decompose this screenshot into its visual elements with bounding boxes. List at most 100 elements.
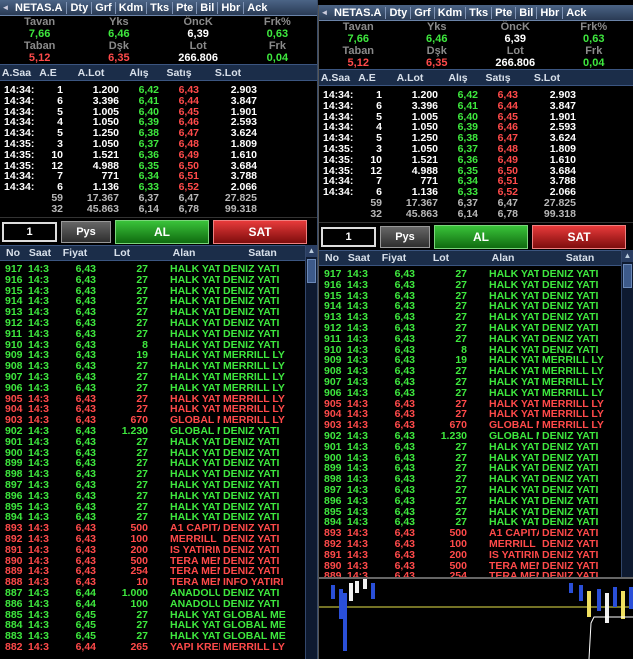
depth-total-cell — [0, 204, 33, 215]
trades-col-header[interactable]: Satan — [539, 252, 621, 264]
trade-cell: 911 — [324, 332, 341, 345]
trades-col-header[interactable]: No — [319, 252, 345, 264]
trade-cell: 6,43 — [75, 543, 96, 556]
depth-col-header[interactable]: S.Lot — [518, 72, 576, 84]
pin-icon[interactable]: ◄ — [319, 8, 330, 17]
pys-button[interactable]: Pys — [380, 225, 430, 248]
menu-item-dty[interactable]: Dty — [385, 6, 410, 19]
chart-background — [319, 579, 633, 659]
pys-button[interactable]: Pys — [61, 220, 111, 243]
menu-item-ack[interactable]: Ack — [562, 6, 589, 19]
order-book: 14:34: 1 1.200 6,42 6,43 2.903 14:34: 6 3.396 6,4… — [0, 81, 317, 217]
trade-cell: DENIZ YATI — [223, 264, 280, 275]
pin-icon[interactable]: ◄ — [0, 3, 11, 12]
sell-button[interactable]: SAT — [532, 224, 626, 249]
trades-col-header[interactable]: Satan — [220, 247, 305, 259]
depth-col-header[interactable]: Satış — [159, 67, 199, 79]
trade-cell: IS YATIRIM — [489, 549, 539, 561]
quantity-input[interactable]: 1 — [321, 226, 376, 247]
symbol-label[interactable]: NETAS.A — [11, 2, 66, 14]
depth-col-header[interactable]: A.Saa — [319, 72, 352, 84]
quantity-input[interactable]: 1 — [2, 221, 57, 242]
trades-header: No Saat Fiyat Lot Alan Satan — [0, 245, 305, 261]
trades-col-header[interactable]: Saat — [345, 252, 373, 264]
trades-col-header[interactable]: Lot — [96, 247, 148, 259]
buy-button[interactable]: AL — [434, 224, 528, 249]
trade-cell: HALK YATIRI — [489, 344, 539, 356]
trade-row[interactable]: 886 14:3 6,44 100 ANADOLU YDENIZ YATI — [0, 598, 305, 610]
menu-item-grf[interactable]: Grf — [91, 1, 115, 14]
menu-item-grf[interactable]: Grf — [410, 6, 434, 19]
summary-value: 6,46 — [108, 28, 130, 40]
depth-col-header[interactable]: A.E — [33, 67, 63, 79]
menu-item-hbr[interactable]: Hbr — [536, 6, 562, 19]
depth-col-header[interactable]: A.Saa — [0, 67, 33, 79]
trades-col-header[interactable]: No — [0, 247, 26, 259]
trade-cell: DENIZ YATI — [223, 328, 280, 340]
trade-cell: HALK YATIRI — [170, 274, 220, 286]
trade-row[interactable]: 891 14:3 6,43 200 IS YATIRIM DENIZ YATI — [0, 543, 305, 556]
depth-col-header[interactable]: Alış — [438, 72, 478, 84]
buy-button[interactable]: AL — [115, 219, 209, 244]
menu-item-pte[interactable]: Pte — [491, 6, 515, 19]
trade-cell: HALK YATIRI — [170, 382, 220, 394]
menu-item-dty[interactable]: Dty — [66, 1, 91, 14]
menu-item-tks[interactable]: Tks — [146, 1, 172, 14]
depth-col-header[interactable]: A.E — [352, 72, 382, 84]
trade-cell: MERRILL LY — [542, 376, 604, 388]
menu-item-pte[interactable]: Pte — [172, 1, 196, 14]
menu-item-kdm[interactable]: Kdm — [114, 1, 146, 14]
depth-total-cell: 32 — [51, 202, 63, 215]
trades-col-header[interactable]: Alan — [148, 247, 220, 259]
depth-cell: 14:35: — [4, 148, 35, 161]
scroll-thumb[interactable] — [623, 264, 632, 288]
trades-col-header[interactable]: Lot — [415, 252, 467, 264]
trades-scrollbar[interactable]: ▲ — [621, 250, 633, 577]
trade-row[interactable]: 916 14:3 6,43 27 HALK YATIRIDENIZ YATI — [0, 274, 305, 286]
menu-item-bil[interactable]: Bil — [515, 6, 536, 19]
trade-row[interactable]: 901 14:3 6,43 27 HALK YATIRIDENIZ YATI — [319, 441, 621, 453]
candle-14 — [629, 587, 633, 609]
trades-col-header[interactable]: Alan — [467, 252, 539, 264]
scroll-up-icon[interactable]: ▲ — [306, 245, 317, 257]
symbol-label[interactable]: NETAS.A — [330, 7, 385, 19]
order-entry: 1 Pys AL SAT — [0, 217, 317, 245]
trade-row[interactable]: 906 14:3 6,43 27 HALK YATIRIMERRILL LY — [319, 387, 621, 399]
menu-item-ack[interactable]: Ack — [243, 1, 270, 14]
trades-col-header[interactable]: Fiyat — [54, 247, 96, 259]
trades-col-header[interactable]: Saat — [26, 247, 54, 259]
depth-col-header[interactable]: Satış — [478, 72, 518, 84]
depth-cell: 6 — [57, 94, 63, 107]
depth-col-header[interactable]: A.Lot — [63, 67, 119, 79]
menu-item-kdm[interactable]: Kdm — [433, 6, 465, 19]
trade-row[interactable]: 916 14:3 6,43 27 HALK YATIRIDENIZ YATI — [319, 279, 621, 291]
depth-cell: 1.521 — [92, 148, 119, 161]
scroll-up-icon[interactable]: ▲ — [622, 250, 633, 262]
menu-item-bil[interactable]: Bil — [196, 1, 217, 14]
trade-row[interactable]: 906 14:3 6,43 27 HALK YATIRIMERRILL LY — [0, 381, 305, 394]
menu-item-tks[interactable]: Tks — [465, 6, 491, 19]
trade-cell: MERRILL LY — [542, 366, 604, 377]
sell-button[interactable]: SAT — [213, 219, 307, 244]
trade-row[interactable]: 896 14:3 6,43 27 HALK YATIRIDENIZ YATI — [0, 490, 305, 502]
trade-cell: INFO YATIRI — [223, 577, 284, 588]
trade-row[interactable]: 911 14:3 6,43 27 HALK YATIRIDENIZ YATI — [319, 332, 621, 345]
depth-col-header[interactable]: A.Lot — [382, 72, 438, 84]
trade-row[interactable]: 911 14:3 6,43 27 HALK YATIRIDENIZ YATI — [0, 328, 305, 340]
trade-row[interactable]: 891 14:3 6,43 200 IS YATIRIM DENIZ YATI — [319, 549, 621, 561]
trade-cell: DENIZ YATI — [223, 296, 280, 308]
scroll-thumb[interactable] — [307, 259, 316, 283]
depth-col-header[interactable]: Alış — [119, 67, 159, 79]
trades-scrollbar[interactable]: ▲ — [305, 245, 317, 659]
trade-row[interactable]: 882 14:3 6,44 265 YAPI KREDIMERRILL LY — [0, 642, 305, 653]
depth-col-header[interactable]: S.Lot — [199, 67, 257, 79]
trade-cell: TERA MENK — [170, 577, 220, 588]
trade-cell: HALK YATIRI — [170, 264, 220, 275]
menu-item-hbr[interactable]: Hbr — [217, 1, 243, 14]
trade-cell: 14:3 — [28, 543, 50, 556]
trades-col-header[interactable]: Fiyat — [373, 252, 415, 264]
trade-row[interactable]: 896 14:3 6,43 27 HALK YATIRIDENIZ YATI — [319, 494, 621, 507]
trade-cell: 27 — [136, 381, 148, 394]
trade-row[interactable]: 901 14:3 6,43 27 HALK YATIRIDENIZ YATI — [0, 436, 305, 448]
trade-cell: 6,43 — [394, 494, 415, 507]
